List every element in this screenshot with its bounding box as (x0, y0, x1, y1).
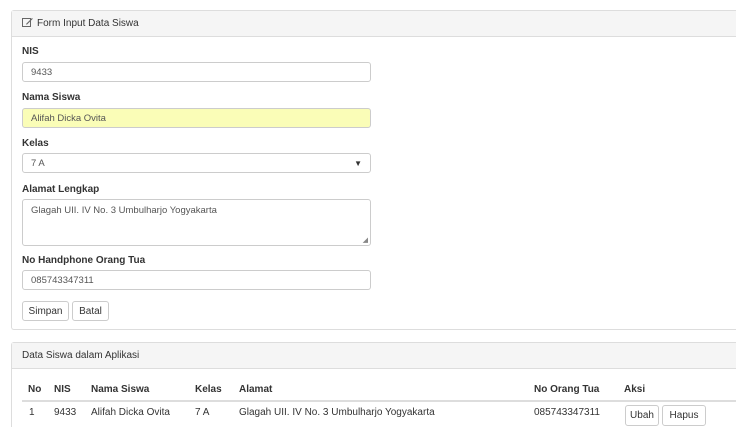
nama-siswa-label: Nama Siswa (22, 92, 81, 103)
kelas-label: Kelas (22, 138, 49, 149)
kelas-value: 7 A (31, 157, 45, 169)
col-header-aksi: Aksi (624, 384, 646, 395)
col-header-nama: Nama Siswa (91, 384, 150, 395)
col-header-kelas: Kelas (195, 384, 222, 395)
row-nis: 9433 (54, 407, 77, 418)
student-form-panel: Form Input Data Siswa NIS 9433 Nama Sisw… (11, 10, 736, 330)
form-title: Form Input Data Siswa (37, 18, 139, 29)
edit-button[interactable]: Ubah (625, 405, 659, 426)
row-hp: 085743347311 (534, 407, 600, 418)
student-list-panel: Data Siswa dalam Aplikasi No NIS Nama Si… (11, 342, 736, 427)
nis-label: NIS (22, 46, 39, 57)
col-header-no: No (28, 384, 42, 395)
resize-grip-icon[interactable]: ◢ (363, 237, 368, 244)
form-panel-heading: Form Input Data Siswa (12, 11, 736, 37)
row-kelas: 7 A (195, 407, 210, 418)
alamat-value: Glagah UII. IV No. 3 Umbulharjo Yogyakar… (31, 205, 217, 216)
alamat-label: Alamat Lengkap (22, 184, 100, 195)
row-nama: Alifah Dicka Ovita (91, 407, 170, 418)
kelas-select[interactable]: 7 A ▼ (22, 153, 371, 173)
nama-siswa-input[interactable]: Alifah Dicka Ovita (22, 108, 371, 128)
col-header-alamat: Alamat (239, 384, 273, 395)
cancel-button[interactable]: Batal (72, 301, 109, 321)
dropdown-caret-icon: ▼ (354, 158, 362, 168)
edit-icon (22, 17, 34, 31)
col-header-nis: NIS (54, 384, 71, 395)
hp-label: No Handphone Orang Tua (22, 255, 146, 266)
col-header-no-orang-tua: No Orang Tua (534, 384, 600, 395)
nis-value: 9433 (31, 66, 53, 78)
hp-value: 085743347311 (31, 274, 94, 286)
list-title: Data Siswa dalam Aplikasi (22, 350, 140, 361)
hp-input[interactable]: 085743347311 (22, 270, 371, 290)
nis-input[interactable]: 9433 (22, 62, 371, 82)
list-panel-heading: Data Siswa dalam Aplikasi (12, 343, 736, 369)
row-no: 1 (29, 407, 35, 418)
row-alamat: Glagah UII. IV No. 3 Umbulharjo Yogyakar… (239, 407, 435, 418)
nama-siswa-value: Alifah Dicka Ovita (31, 112, 106, 124)
table-header-divider (22, 400, 736, 402)
save-button[interactable]: Simpan (22, 301, 69, 321)
alamat-textarea[interactable]: Glagah UII. IV No. 3 Umbulharjo Yogyakar… (22, 199, 371, 246)
delete-button[interactable]: Hapus (662, 405, 706, 426)
